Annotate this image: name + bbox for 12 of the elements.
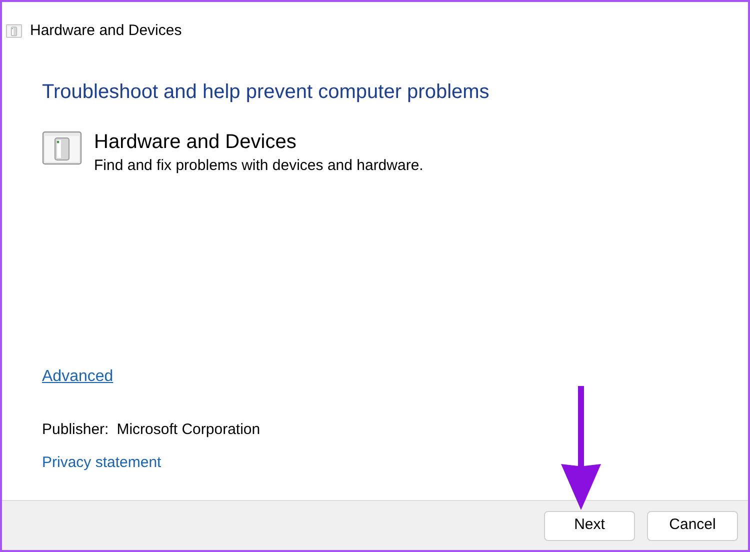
window-icon <box>6 23 22 40</box>
publisher-name: Microsoft Corporation <box>116 420 260 440</box>
window-title: Hardware and Devices <box>30 21 182 41</box>
next-button[interactable]: Next <box>544 510 635 540</box>
advanced-link[interactable]: Advanced <box>42 365 114 389</box>
hardware-icon <box>42 130 82 164</box>
cancel-button[interactable]: Cancel <box>647 510 738 540</box>
page-heading: Troubleshoot and help prevent computer problems <box>42 80 490 104</box>
troubleshooter-description: Find and fix problems with devices and hardware. <box>94 156 424 176</box>
publisher-label: Publisher: <box>42 420 109 440</box>
troubleshooter-name: Hardware and Devices <box>94 130 298 154</box>
privacy-link[interactable]: Privacy statement <box>42 452 162 474</box>
